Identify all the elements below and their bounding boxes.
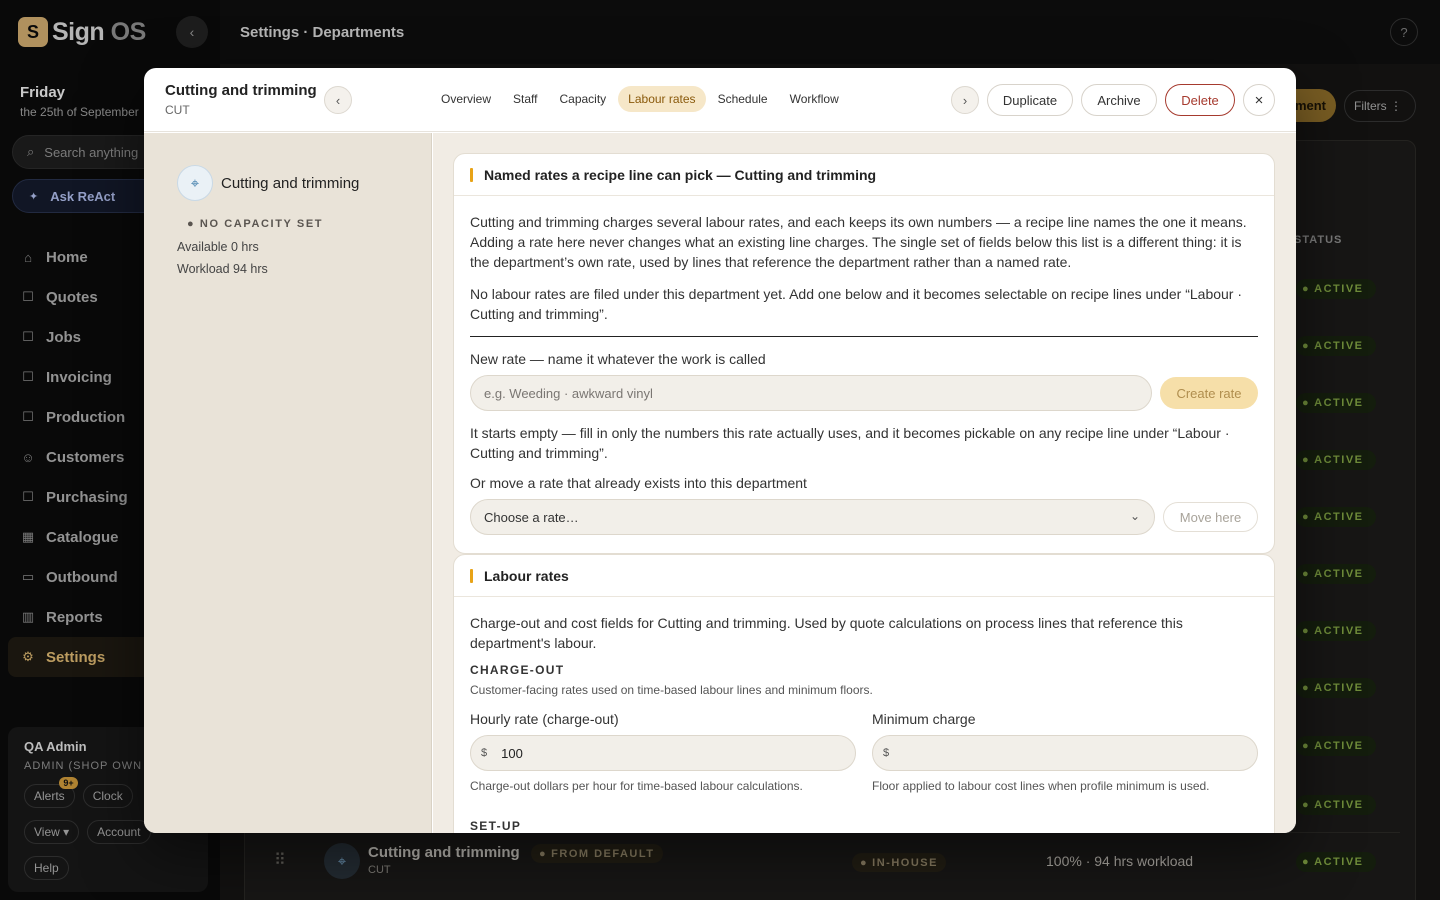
move-rate-label: Or move a rate that already exists into … xyxy=(470,475,807,491)
duplicate-button[interactable]: Duplicate xyxy=(987,84,1073,116)
workload-hours: Workload 94 hrs xyxy=(177,262,268,276)
named-rates-header: Named rates a recipe line can pick — Cut… xyxy=(454,154,1274,196)
chevron-down-icon: ⌄ xyxy=(1129,509,1140,523)
move-here-button[interactable]: Move here xyxy=(1163,502,1258,532)
new-rate-help: It starts empty — fill in only the numbe… xyxy=(470,425,1230,461)
named-rates-empty-state: No labour rates are filed under this dep… xyxy=(470,286,1243,322)
tab-staff[interactable]: Staff xyxy=(503,86,547,112)
labour-rates-pane: Named rates a recipe line can pick — Cut… xyxy=(433,133,1296,833)
hourly-rate-field: Hourly rate (charge-out) $ 100 Charge-ou… xyxy=(470,711,856,793)
move-rate-select-value: Choose a rate… xyxy=(484,509,579,525)
tab-workflow[interactable]: Workflow xyxy=(780,86,849,112)
new-rate-input[interactable]: e.g. Weeding · awkward vinyl xyxy=(470,375,1152,411)
named-rates-title: Named rates a recipe line can pick — Cut… xyxy=(484,166,877,183)
capacity-status-badge: ● NO CAPACITY SET xyxy=(187,218,324,230)
named-rates-intro: Cutting and trimming charges several lab… xyxy=(470,214,1247,270)
modal-code: CUT xyxy=(165,103,190,117)
divider xyxy=(470,336,1258,337)
close-icon[interactable]: × xyxy=(1243,84,1275,116)
modal-title: Cutting and trimming xyxy=(165,82,317,99)
named-rates-card: Named rates a recipe line can pick — Cut… xyxy=(453,153,1275,554)
chevron-right-icon: › xyxy=(962,92,968,108)
tab-overview[interactable]: Overview xyxy=(431,86,501,112)
crosshair-icon: ⌖ xyxy=(177,165,213,201)
currency-symbol: $ xyxy=(883,747,890,759)
hourly-rate-hint: Charge-out dollars per hour for time-bas… xyxy=(470,779,803,793)
next-department-button[interactable]: › xyxy=(951,86,979,114)
previous-department-button[interactable]: ‹ xyxy=(324,86,352,114)
currency-symbol: $ xyxy=(481,747,488,759)
modal-title-block: Cutting and trimming CUT xyxy=(165,82,317,117)
hourly-rate-value: 100 xyxy=(501,745,523,761)
minimum-charge-field: Minimum charge $ Floor applied to labour… xyxy=(872,711,1258,793)
department-identity: ⌖ Cutting and trimming xyxy=(177,165,359,201)
minimum-charge-hint: Floor applied to labour cost lines when … xyxy=(872,779,1210,793)
chevron-left-icon: ‹ xyxy=(335,92,341,108)
minimum-charge-label: Minimum charge xyxy=(872,711,976,727)
hourly-rate-input[interactable]: $ 100 xyxy=(470,735,856,771)
hourly-rate-label: Hourly rate (charge-out) xyxy=(470,711,619,727)
labour-rates-header: Labour rates xyxy=(454,555,1274,597)
labour-rates-card: Labour rates Charge-out and cost fields … xyxy=(453,554,1275,833)
modal-header: Cutting and trimming CUT ‹ Overview Staff… xyxy=(144,68,1296,132)
labour-rates-title: Labour rates xyxy=(484,567,569,584)
available-hours: Available 0 hrs xyxy=(177,240,259,254)
create-rate-button[interactable]: Create rate xyxy=(1160,377,1258,409)
archive-button[interactable]: Archive xyxy=(1081,84,1157,116)
delete-button[interactable]: Delete xyxy=(1165,84,1235,116)
modal-tabs: Overview Staff Capacity Labour rates Schedul… xyxy=(431,86,849,112)
new-rate-placeholder: e.g. Weeding · awkward vinyl xyxy=(484,385,653,401)
move-rate-select[interactable]: Choose a rate… ⌄ xyxy=(470,499,1155,535)
tab-labour-rates[interactable]: Labour rates xyxy=(618,86,706,112)
accent-bar xyxy=(470,167,473,182)
accent-bar xyxy=(470,568,473,583)
minimum-charge-input[interactable]: $ xyxy=(872,735,1258,771)
department-summary-pane: ⌖ Cutting and trimming ● NO CAPACITY SET… xyxy=(144,133,432,833)
tab-schedule[interactable]: Schedule xyxy=(708,86,778,112)
department-name: Cutting and trimming xyxy=(221,174,360,192)
tab-capacity[interactable]: Capacity xyxy=(549,86,616,112)
charge-out-description: Customer-facing rates used on time-based… xyxy=(470,683,873,697)
department-modal: Cutting and trimming CUT ‹ Overview Staff… xyxy=(144,68,1296,833)
labour-rates-intro: Charge-out and cost fields for Cutting a… xyxy=(470,615,1183,651)
charge-out-heading: CHARGE-OUT xyxy=(470,663,565,677)
new-rate-label: New rate — name it whatever the work is … xyxy=(470,351,766,367)
set-up-heading: SET-UP xyxy=(470,819,522,833)
